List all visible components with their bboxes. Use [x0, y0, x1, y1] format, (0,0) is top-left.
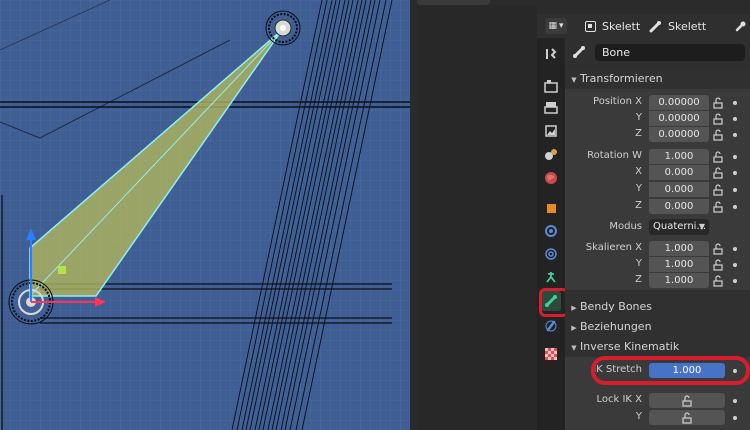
scale-y-field[interactable]: 1.000: [649, 257, 709, 272]
lock-rotation-z-icon[interactable]: [712, 201, 724, 213]
rotation-z-label: Z: [635, 200, 642, 211]
area-divider[interactable]: [410, 0, 417, 430]
position-x-field[interactable]: 0.00000: [649, 95, 709, 110]
lock-rotation-x-icon[interactable]: [712, 167, 724, 179]
world-icon[interactable]: [541, 168, 561, 188]
scale-y-label: Y: [635, 258, 642, 269]
scale-x-field[interactable]: 1.000: [649, 241, 709, 256]
chevron-down-icon: ▾: [558, 21, 564, 31]
bone-constraint-icon[interactable]: [541, 316, 561, 336]
panel-ik-header[interactable]: ▼ Inverse Kinematik: [565, 337, 750, 356]
position-x-label: Position X: [593, 96, 642, 107]
scale-x-label: Skalieren X: [585, 242, 642, 253]
rotation-w-field[interactable]: 1.000: [649, 149, 709, 164]
render-icon[interactable]: [541, 76, 561, 96]
scale-z-label: Z: [635, 274, 642, 285]
collapsed-icon: ▶: [571, 304, 577, 312]
lock-scale-x-icon[interactable]: [712, 243, 724, 255]
properties-editor-icon: ▦: [548, 21, 557, 31]
modifier-icon[interactable]: [541, 221, 561, 241]
collapsed-icon: ▶: [571, 324, 577, 332]
rotation-x-label: X: [635, 166, 642, 177]
keyframe-dot[interactable]: [733, 263, 737, 267]
keyframe-dot[interactable]: [733, 117, 737, 121]
expanded-icon: ▼: [571, 76, 577, 84]
panel-transform: Position X 0.00000 Y 0.00000 Z 0.00000 R…: [565, 89, 750, 290]
lock-position-z-icon[interactable]: [712, 129, 724, 141]
rotation-z-field[interactable]: 0.000: [649, 199, 709, 214]
lock-ik-y-label: Y: [635, 411, 642, 422]
lock-ik-x-toggle[interactable]: [649, 393, 725, 408]
bone-icon: [573, 46, 585, 58]
unlock-icon: [682, 395, 692, 407]
panel-title: Inverse Kinematik: [580, 340, 680, 353]
keyframe-dot[interactable]: [733, 416, 737, 420]
scene-icon[interactable]: [541, 144, 561, 164]
ik-stretch-highlight: [591, 356, 750, 385]
particles-icon[interactable]: [541, 244, 561, 264]
panel-title: Beziehungen: [580, 320, 652, 333]
object-context[interactable]: Skelett: [585, 18, 640, 34]
rotation-y-field[interactable]: 0.000: [649, 182, 709, 197]
expanded-icon: ▼: [571, 344, 577, 352]
object-icon[interactable]: [541, 198, 561, 218]
keyframe-dot[interactable]: [733, 399, 737, 403]
rotation-w-label: Rotation W: [587, 150, 642, 161]
position-z-label: Z: [635, 128, 642, 139]
keyframe-dot[interactable]: [733, 247, 737, 251]
keyframe-dot[interactable]: [733, 279, 737, 283]
empty-editor-area: [417, 5, 537, 430]
object-icon: [585, 20, 596, 32]
editor-type-button[interactable]: ▦ ▾: [545, 18, 567, 34]
physics-icon[interactable]: [541, 267, 561, 287]
viewport-scene: [0, 0, 410, 430]
lock-rotation-y-icon[interactable]: [712, 184, 724, 196]
panel-bendy-bones-header[interactable]: ▶ Bendy Bones: [565, 297, 750, 316]
output-icon[interactable]: [541, 98, 561, 118]
position-y-label: Y: [635, 112, 642, 123]
3d-viewport[interactable]: [0, 0, 410, 430]
position-y-field[interactable]: 0.00000: [649, 111, 709, 126]
panel-relations-header[interactable]: ▶ Beziehungen: [565, 317, 750, 336]
mode-label: Modus: [609, 221, 642, 232]
properties-header: ▦ ▾ Skelett Skelett: [537, 14, 750, 38]
pin-icon[interactable]: [734, 18, 747, 34]
keyframe-dot[interactable]: [733, 171, 737, 175]
lock-position-x-icon[interactable]: [712, 97, 724, 109]
rotation-mode-dropdown[interactable]: Quaterni... ▼: [649, 219, 709, 235]
panel-title: Transformieren: [580, 72, 663, 85]
rotation-y-label: Y: [635, 183, 642, 194]
position-z-field[interactable]: 0.00000: [649, 127, 709, 142]
keyframe-dot[interactable]: [733, 188, 737, 192]
panel-title: Bendy Bones: [580, 300, 653, 313]
armature-icon: [649, 20, 661, 32]
keyframe-dot[interactable]: [733, 101, 737, 105]
data-context[interactable]: Skelett: [649, 18, 706, 34]
properties-tab-bar: [537, 38, 565, 430]
scale-z-field[interactable]: 1.000: [649, 273, 709, 288]
tool-icon[interactable]: [541, 44, 561, 64]
lock-scale-z-icon[interactable]: [712, 275, 724, 287]
data-name: Skelett: [668, 19, 707, 33]
bone-name-row: Bone: [565, 38, 750, 66]
view-layer-icon[interactable]: [541, 121, 561, 141]
texture-icon[interactable]: [541, 344, 561, 364]
keyframe-dot[interactable]: [733, 133, 737, 137]
panel-transform-header[interactable]: ▼ Transformieren: [565, 69, 750, 88]
lock-ik-y-toggle[interactable]: [649, 410, 725, 425]
keyframe-dot[interactable]: [733, 205, 737, 209]
keyframe-dot[interactable]: [733, 155, 737, 159]
chevron-down-icon: ▼: [698, 222, 705, 231]
lock-scale-y-icon[interactable]: [712, 259, 724, 271]
bone-name-field[interactable]: Bone: [595, 44, 745, 61]
lock-rotation-w-icon[interactable]: [712, 151, 724, 163]
lock-ik-x-label: Lock IK X: [596, 394, 642, 405]
object-name: Skelett: [602, 19, 641, 33]
lock-position-y-icon[interactable]: [712, 113, 724, 125]
rotation-x-field[interactable]: 0.000: [649, 165, 709, 180]
unlock-icon: [682, 412, 692, 424]
